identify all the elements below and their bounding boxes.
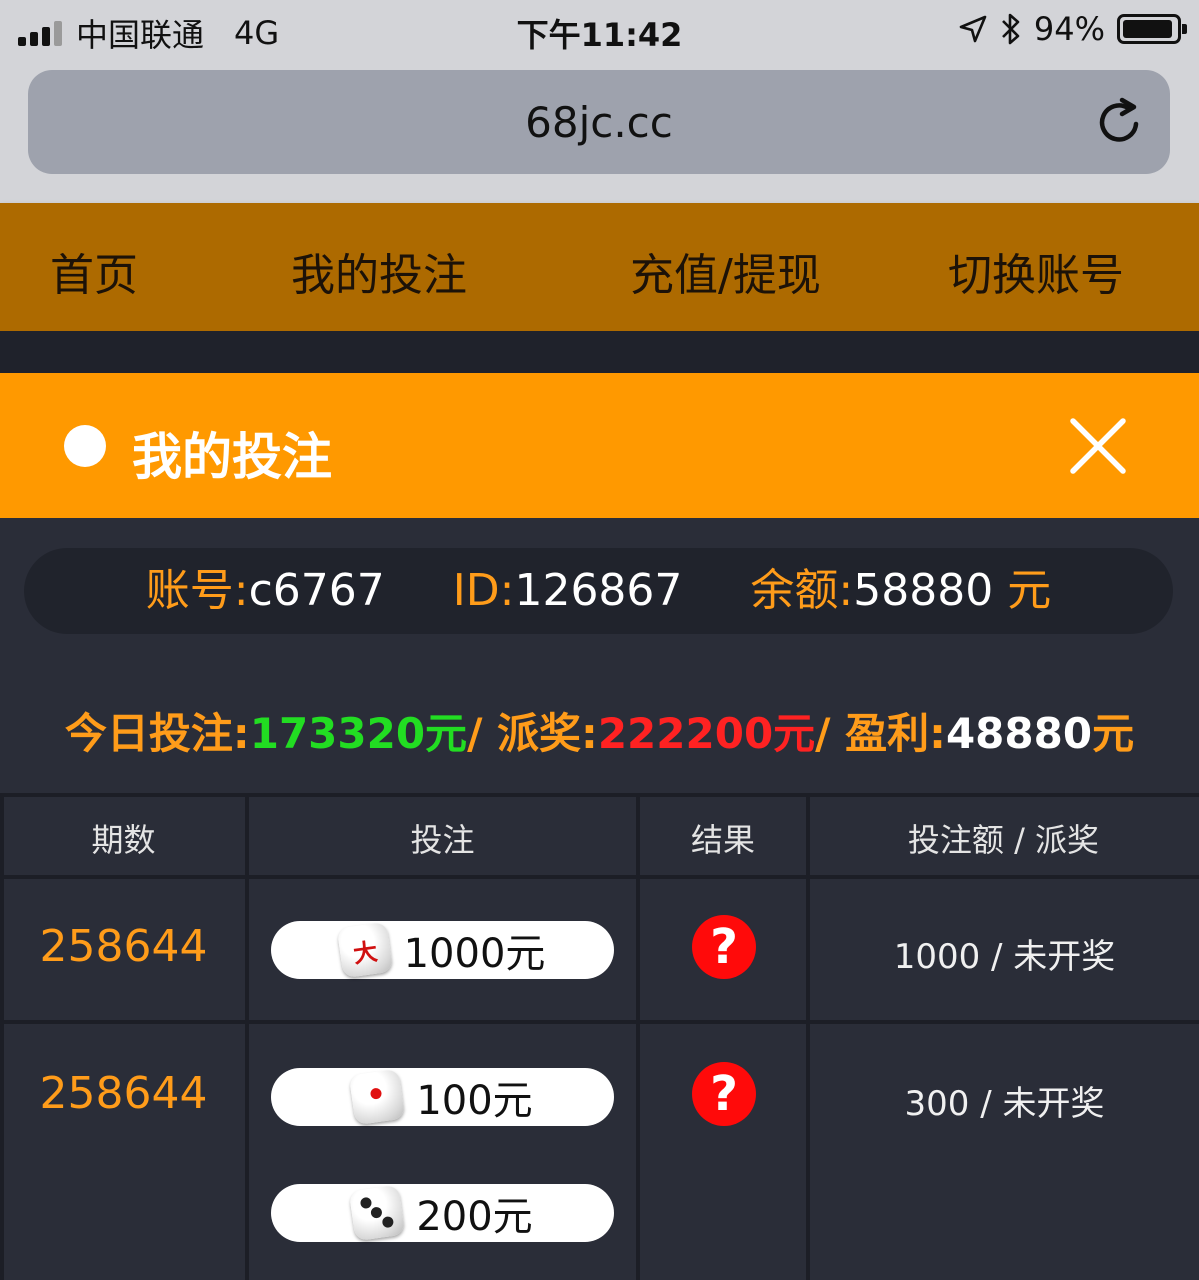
today-profit-unit: 元 <box>1092 709 1135 758</box>
bet-chip: 200元 <box>271 1184 614 1242</box>
dice-label: 大 <box>351 937 379 969</box>
bluetooth-icon <box>1001 13 1020 45</box>
main-nav: 首页 我的投注 充值/提现 切换账号 <box>0 203 1199 331</box>
dice-three-icon <box>349 1184 406 1242</box>
column-header-bet: 投注 <box>410 821 475 859</box>
today-bet-label: 今日投注: <box>64 709 250 758</box>
dice-one-icon <box>349 1068 406 1126</box>
account-info: 账号:c6767 ID:126867 余额:58880 元 <box>24 548 1173 634</box>
close-icon[interactable] <box>1069 417 1127 475</box>
today-summary: 今日投注:173320元/ 派奖:222200元/ 盈利:48880元 <box>0 700 1199 761</box>
column-header-amount-payout: 投注额 / 派奖 <box>907 821 1100 859</box>
id-value: 126867 <box>514 565 683 616</box>
nav-item-home[interactable]: 首页 <box>50 239 138 303</box>
url-text: 68jc.cc <box>525 98 673 147</box>
status-bar: 中国联通 4G 下午11:42 94% <box>0 0 1199 60</box>
separator: / <box>467 709 498 758</box>
column-header-period: 期数 <box>91 821 156 859</box>
nav-item-my-bets[interactable]: 我的投注 <box>291 239 467 303</box>
panel-title: 我的投注 <box>132 428 332 486</box>
panel-header: 我的投注 <box>0 373 1199 518</box>
separator: / <box>815 709 846 758</box>
column-header-result: 结果 <box>690 821 755 859</box>
balance-value: 58880 <box>853 565 994 616</box>
today-profit-label: 盈利: <box>845 709 946 758</box>
today-profit-value: 48880 <box>945 709 1093 758</box>
pending-result-icon: ? <box>692 915 756 979</box>
battery-percent: 94% <box>1033 10 1105 48</box>
id-label: ID: <box>452 565 515 616</box>
bet-chip: 100元 <box>271 1068 614 1126</box>
bullet-icon <box>64 425 106 467</box>
today-payout-value: 222200元 <box>597 709 816 758</box>
browser-toolbar: 68jc.cc <box>0 60 1199 203</box>
bet-amount: 100元 <box>416 1078 533 1124</box>
dice-big-icon: 大 <box>336 921 393 979</box>
battery-icon <box>1117 14 1187 44</box>
nav-item-switch-account[interactable]: 切换账号 <box>948 239 1124 303</box>
today-payout-label: 派奖: <box>497 709 598 758</box>
period-number: 258644 <box>39 1068 208 1119</box>
reload-icon[interactable] <box>1092 94 1148 150</box>
nav-item-deposit-withdraw[interactable]: 充值/提现 <box>630 239 821 303</box>
period-number: 258644 <box>39 921 208 972</box>
bet-amount: 1000元 <box>403 931 546 977</box>
location-arrow-icon <box>959 15 987 43</box>
today-bet-value: 173320元 <box>249 709 468 758</box>
account-label: 账号: <box>145 565 249 616</box>
bets-table: 期数 投注 结果 投注额 / 派奖 258644 大 1000元 ? 1000 … <box>0 793 1199 1280</box>
pending-result-icon: ? <box>692 1062 756 1126</box>
bet-summary: 1000 / 未开奖 <box>893 937 1116 977</box>
balance-label: 余额: <box>750 565 854 616</box>
balance-unit: 元 <box>1007 565 1052 616</box>
address-bar[interactable]: 68jc.cc <box>28 70 1170 174</box>
account-value: c6767 <box>248 565 385 616</box>
nav-shadow <box>0 331 1199 373</box>
bet-chip: 大 1000元 <box>271 921 614 979</box>
bet-amount: 200元 <box>416 1194 533 1240</box>
bet-summary: 300 / 未开奖 <box>904 1084 1105 1124</box>
